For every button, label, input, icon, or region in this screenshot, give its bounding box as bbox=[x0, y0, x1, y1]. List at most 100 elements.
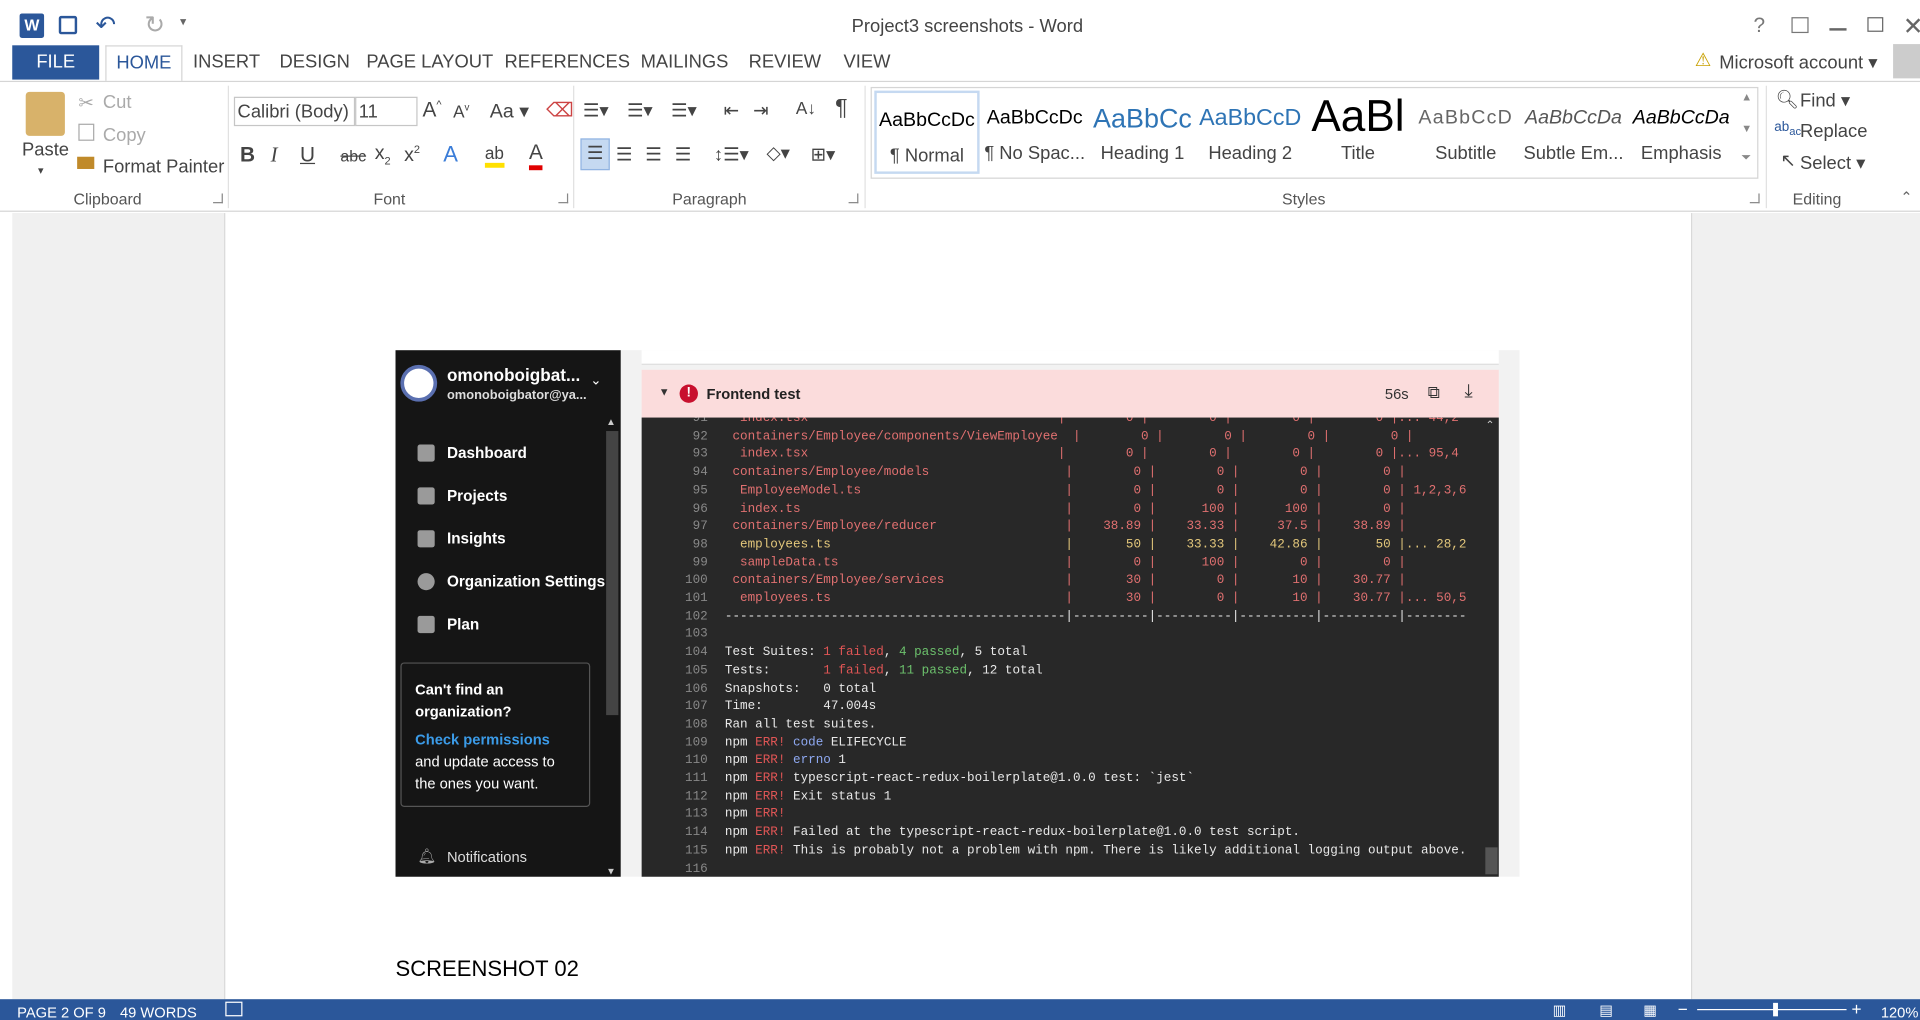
word-icon[interactable]: W bbox=[19, 13, 45, 38]
cut-button[interactable]: Cut bbox=[103, 92, 132, 113]
tab-references[interactable]: REFERENCES bbox=[504, 45, 630, 79]
line-spacing-icon[interactable]: ↕☰▾ bbox=[714, 143, 749, 165]
job-log[interactable]: 91 index.tsx | 0 | 0 | 0 | 0 |... 44,2 92… bbox=[641, 417, 1499, 877]
strikethrough-icon[interactable]: abc bbox=[340, 147, 366, 165]
print-layout-icon[interactable]: ▤ bbox=[1599, 1002, 1613, 1019]
sidebar-item-projects[interactable]: Projects bbox=[447, 487, 507, 504]
paste-icon[interactable] bbox=[25, 91, 65, 136]
change-case-button[interactable]: Aa ▾ bbox=[490, 99, 529, 123]
styles-scroll-down-icon[interactable]: ▼ bbox=[1741, 122, 1752, 134]
download-icon[interactable]: ⤓ bbox=[1465, 381, 1473, 402]
style-normal[interactable]: AaBbCcDc ¶ Normal bbox=[874, 90, 980, 174]
show-marks-icon[interactable]: ¶ bbox=[835, 96, 848, 123]
select-button[interactable]: Select ▾ bbox=[1800, 152, 1865, 174]
collapse-caret-icon[interactable]: ▼ bbox=[659, 386, 670, 398]
paragraph-launcher-icon[interactable] bbox=[848, 193, 859, 204]
increase-indent-icon[interactable]: ⇥ bbox=[753, 99, 768, 121]
sidebar-item-dashboard[interactable]: Dashboard bbox=[447, 444, 527, 461]
select-icon[interactable]: ↖ bbox=[1780, 149, 1795, 172]
zoom-in-icon[interactable]: + bbox=[1851, 999, 1861, 1019]
sidebar-scroll-up-icon[interactable]: ▲ bbox=[606, 416, 616, 427]
borders-icon[interactable]: ⊞▾ bbox=[811, 143, 836, 165]
log-scroll-up-icon[interactable]: ⌃ bbox=[1485, 419, 1494, 432]
font-color-icon[interactable]: A bbox=[528, 141, 543, 171]
paste-dropdown-icon[interactable]: ▾ bbox=[38, 164, 44, 177]
proofing-icon[interactable] bbox=[225, 1001, 243, 1017]
underline-icon[interactable]: U bbox=[300, 143, 315, 167]
clear-formatting-icon[interactable]: ⌫ bbox=[546, 98, 574, 122]
styles-scroll-up-icon[interactable]: ▲ bbox=[1741, 91, 1752, 103]
sidebar-item-plan[interactable]: Plan bbox=[447, 616, 479, 633]
ribbon-display-icon[interactable] bbox=[1791, 17, 1809, 34]
font-size-select[interactable]: 11 bbox=[355, 96, 418, 127]
format-painter-icon[interactable] bbox=[77, 156, 95, 169]
sidebar-item-notifications[interactable]: Notifications bbox=[447, 849, 527, 866]
sidebar-item-insights[interactable]: Insights bbox=[447, 530, 506, 547]
style-subtitle[interactable]: AaBbCcD Subtitle bbox=[1413, 91, 1518, 174]
sidebar-scroll-down-icon[interactable]: ▼ bbox=[606, 866, 616, 877]
subscript-icon[interactable]: x2 bbox=[375, 143, 391, 166]
collapse-ribbon-icon[interactable]: ⌃ bbox=[1900, 189, 1912, 206]
replace-icon[interactable]: abac bbox=[1774, 120, 1801, 137]
check-permissions-link[interactable]: Check permissions bbox=[415, 731, 550, 748]
web-layout-icon[interactable]: ▦ bbox=[1643, 1002, 1657, 1019]
style-title[interactable]: AaBl Title bbox=[1305, 91, 1410, 174]
avatar[interactable] bbox=[1893, 44, 1920, 79]
bullets-icon[interactable]: ☰▾ bbox=[583, 99, 609, 121]
sort-icon[interactable]: A↓ bbox=[796, 98, 816, 118]
restore-icon[interactable] bbox=[1867, 17, 1884, 32]
shrink-font-icon[interactable]: Av bbox=[453, 102, 469, 122]
user-menu-chevron-icon[interactable]: ⌄ bbox=[590, 372, 601, 388]
copy-button[interactable]: Copy bbox=[103, 125, 146, 146]
align-right-icon[interactable]: ☰ bbox=[645, 143, 661, 165]
paste-button[interactable]: Paste bbox=[22, 140, 69, 161]
tab-mailings[interactable]: MAILINGS bbox=[634, 45, 734, 79]
font-launcher-icon[interactable] bbox=[558, 193, 569, 204]
decrease-indent-icon[interactable]: ⇤ bbox=[724, 99, 739, 121]
sidebar-item-organization-settings[interactable]: Organization Settings bbox=[447, 573, 605, 590]
log-scrollbar-thumb[interactable] bbox=[1485, 847, 1498, 875]
align-center-icon[interactable]: ☰ bbox=[616, 143, 632, 165]
tab-file[interactable]: FILE bbox=[12, 45, 100, 80]
find-button[interactable]: Find ▾ bbox=[1800, 89, 1850, 112]
tab-home[interactable]: HOME bbox=[105, 45, 183, 83]
sidebar-scrollbar[interactable] bbox=[606, 431, 619, 716]
align-left-icon[interactable]: ☰ bbox=[580, 138, 610, 171]
tab-design[interactable]: DESIGN bbox=[274, 45, 355, 79]
minimize-icon[interactable] bbox=[1829, 28, 1847, 31]
grow-font-icon[interactable]: A^ bbox=[422, 98, 441, 122]
zoom-slider[interactable] bbox=[1697, 1008, 1847, 1011]
quick-access-dropdown-icon[interactable]: ▾ bbox=[180, 16, 186, 29]
tab-review[interactable]: REVIEW bbox=[744, 45, 825, 79]
copy-icon[interactable] bbox=[78, 123, 95, 141]
close-icon[interactable]: ✕ bbox=[1903, 11, 1920, 42]
superscript-icon[interactable]: x2 bbox=[404, 143, 420, 167]
tab-insert[interactable]: INSERT bbox=[191, 45, 262, 79]
save-icon[interactable] bbox=[58, 15, 78, 35]
find-icon[interactable]: 🔍︎ bbox=[1776, 88, 1799, 110]
text-effects-icon[interactable]: A bbox=[443, 142, 458, 168]
justify-icon[interactable]: ☰ bbox=[675, 143, 691, 165]
italic-icon[interactable]: I bbox=[271, 143, 278, 167]
highlight-icon[interactable]: ab bbox=[484, 143, 504, 168]
zoom-slider-thumb[interactable] bbox=[1773, 1002, 1778, 1017]
shading-icon[interactable]: ◇▾ bbox=[767, 142, 790, 164]
help-icon[interactable]: ? bbox=[1753, 13, 1765, 37]
style-subtle-emphasis[interactable]: AaBbCcDa Subtle Em... bbox=[1521, 91, 1626, 174]
redo-icon[interactable]: ↻ bbox=[144, 10, 165, 41]
style-emphasis[interactable]: AaBbCcDa Emphasis bbox=[1629, 91, 1734, 174]
styles-more-icon[interactable]: ⏷ bbox=[1741, 152, 1751, 165]
open-external-icon[interactable]: ⧉ bbox=[1428, 382, 1440, 403]
word-count[interactable]: 49 WORDS bbox=[120, 1004, 197, 1020]
font-name-select[interactable]: Calibri (Body) bbox=[233, 96, 356, 127]
style-heading-1[interactable]: AaBbCc Heading 1 bbox=[1090, 91, 1195, 174]
multilevel-list-icon[interactable]: ☰▾ bbox=[671, 99, 697, 121]
bold-icon[interactable]: B bbox=[240, 143, 255, 167]
account-button[interactable]: Microsoft account ▾ bbox=[1719, 51, 1877, 74]
numbering-icon[interactable]: ☰▾ bbox=[627, 99, 653, 121]
read-mode-icon[interactable]: ▥ bbox=[1553, 1002, 1567, 1019]
zoom-out-icon[interactable]: − bbox=[1678, 999, 1688, 1019]
styles-launcher-icon[interactable] bbox=[1749, 193, 1760, 204]
undo-icon[interactable]: ↶ bbox=[96, 10, 117, 41]
tab-page-layout[interactable]: PAGE LAYOUT bbox=[365, 45, 495, 79]
